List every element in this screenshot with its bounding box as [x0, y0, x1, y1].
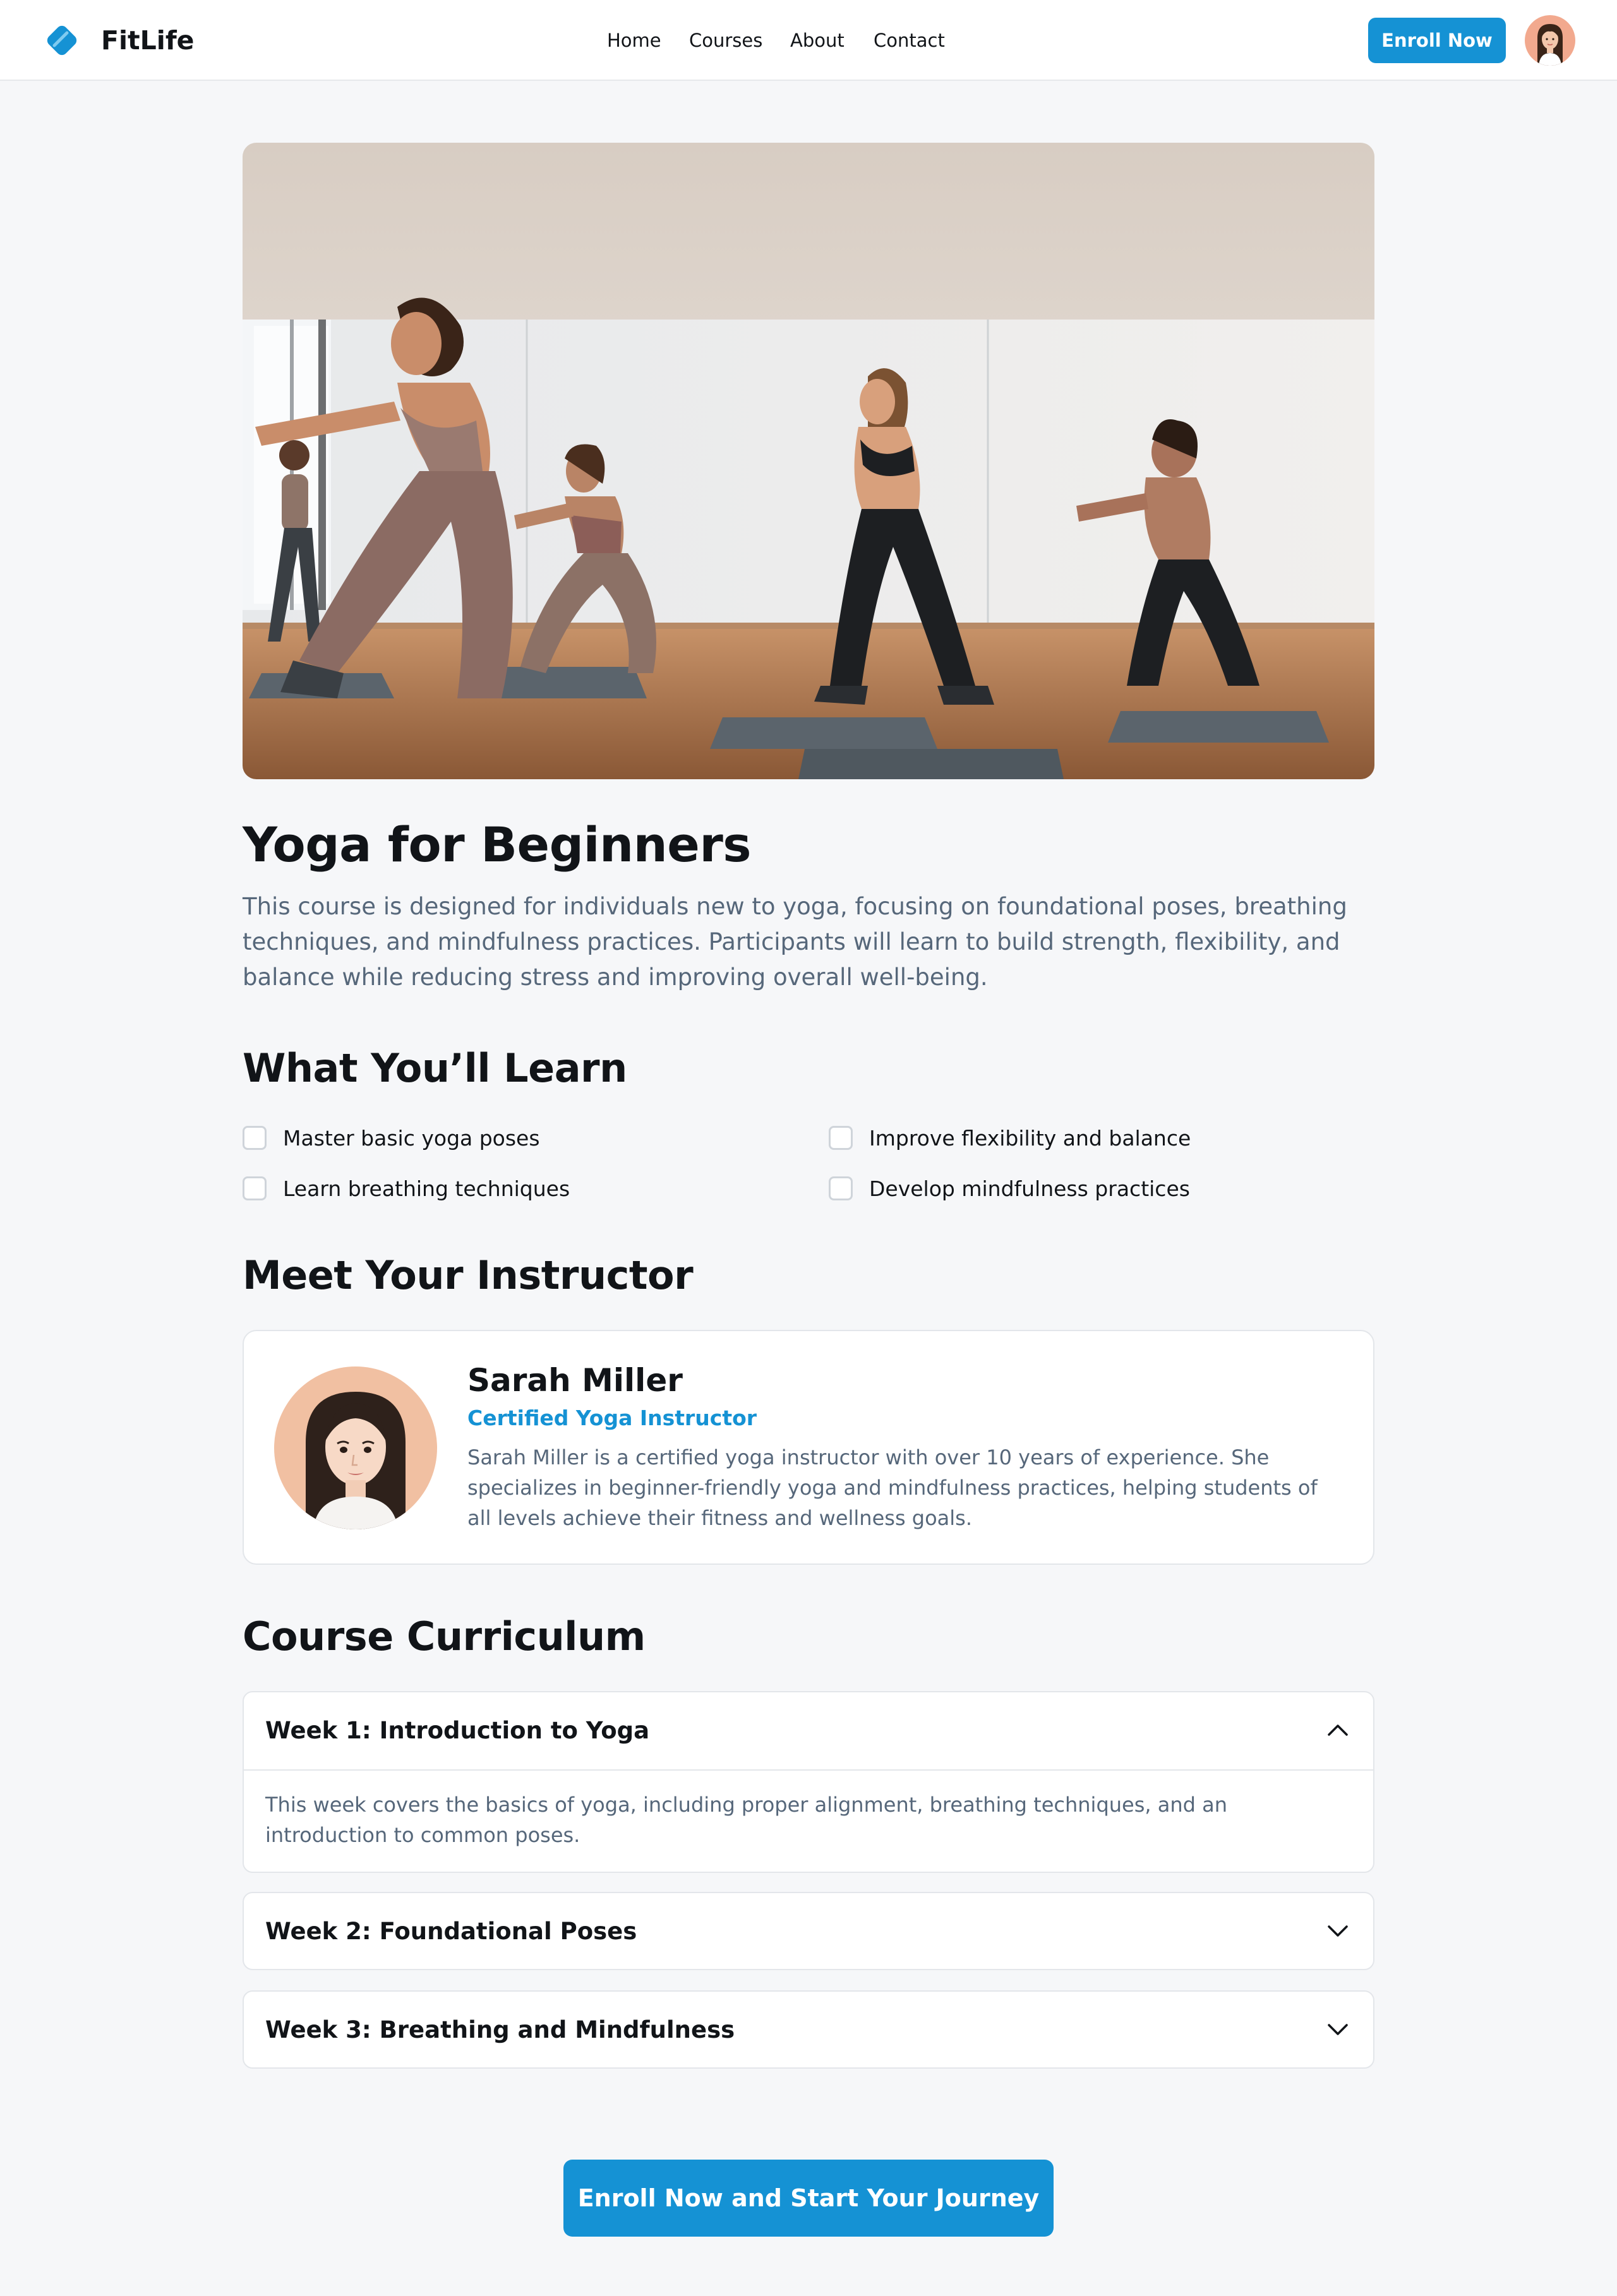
curriculum-heading: Course Curriculum — [243, 1613, 646, 1659]
nav-contact-link[interactable]: Contact — [874, 27, 945, 54]
top-navbar: FitLife Home Courses About Contact Enrol… — [0, 0, 1617, 81]
week-description: This week covers the basics of yoga, inc… — [265, 1793, 1227, 1847]
learn-item[interactable]: Develop mindfulness practices — [829, 1175, 1190, 1202]
learn-item-label: Improve flexibility and balance — [869, 1125, 1191, 1151]
course-description: This course is designed for individuals … — [243, 893, 1347, 991]
instructor-heading: Meet Your Instructor — [243, 1252, 694, 1298]
chevron-down-icon[interactable] — [1325, 1918, 1350, 1944]
nav-courses-link[interactable]: Courses — [689, 27, 762, 54]
instructor-avatar — [274, 1366, 437, 1529]
header-enroll-button[interactable]: Enroll Now — [1368, 18, 1506, 63]
instructor-bio: Sarah Miller is a certified yoga instruc… — [467, 1445, 1318, 1530]
instructor-card: Sarah Miller Certified Yoga Instructor S… — [243, 1330, 1374, 1565]
learn-item[interactable]: Master basic yoga poses — [243, 1124, 540, 1152]
checkbox[interactable] — [829, 1176, 853, 1200]
chevron-down-icon[interactable] — [1325, 2017, 1350, 2042]
learn-heading: What You’ll Learn — [243, 1045, 627, 1091]
nav-about-link[interactable]: About — [790, 27, 845, 54]
nav-home-link[interactable]: Home — [607, 27, 661, 54]
instructor-name: Sarah Miller — [467, 1362, 683, 1399]
course-hero-image — [243, 143, 1374, 779]
week-title: Week 3: Breathing and Mindfulness — [265, 2016, 735, 2043]
curriculum-week-3: Week 3: Breathing and Mindfulness — [243, 1990, 1374, 2069]
learn-item-label: Learn breathing techniques — [283, 1176, 570, 1201]
week-2-header[interactable]: Week 2: Foundational Poses — [244, 1893, 1373, 1969]
curriculum-week-2: Week 2: Foundational Poses — [243, 1892, 1374, 1970]
checkbox[interactable] — [243, 1126, 267, 1150]
learn-item[interactable]: Improve flexibility and balance — [829, 1124, 1191, 1152]
checkbox[interactable] — [829, 1126, 853, 1150]
learn-item[interactable]: Learn breathing techniques — [243, 1175, 570, 1202]
week-title: Week 2: Foundational Poses — [265, 1918, 637, 1945]
fitlife-logo-icon[interactable] — [43, 21, 81, 59]
week-1-header[interactable]: Week 1: Introduction to Yoga — [244, 1692, 1373, 1769]
checkbox[interactable] — [243, 1176, 267, 1200]
week-title: Week 1: Introduction to Yoga — [265, 1717, 650, 1744]
curriculum-week-1: Week 1: Introduction to Yoga This week c… — [243, 1691, 1374, 1873]
learn-item-label: Develop mindfulness practices — [869, 1176, 1190, 1201]
week-1-body: This week covers the basics of yoga, inc… — [244, 1769, 1373, 1872]
instructor-role: Certified Yoga Instructor — [467, 1406, 757, 1430]
user-avatar[interactable] — [1525, 15, 1575, 66]
enroll-cta-button[interactable]: Enroll Now and Start Your Journey — [563, 2160, 1054, 2237]
learn-item-label: Master basic yoga poses — [283, 1125, 540, 1151]
brand-name[interactable]: FitLife — [101, 23, 194, 58]
chevron-up-icon[interactable] — [1325, 1718, 1350, 1743]
week-3-header[interactable]: Week 3: Breathing and Mindfulness — [244, 1992, 1373, 2067]
course-title: Yoga for Beginners — [243, 816, 752, 873]
